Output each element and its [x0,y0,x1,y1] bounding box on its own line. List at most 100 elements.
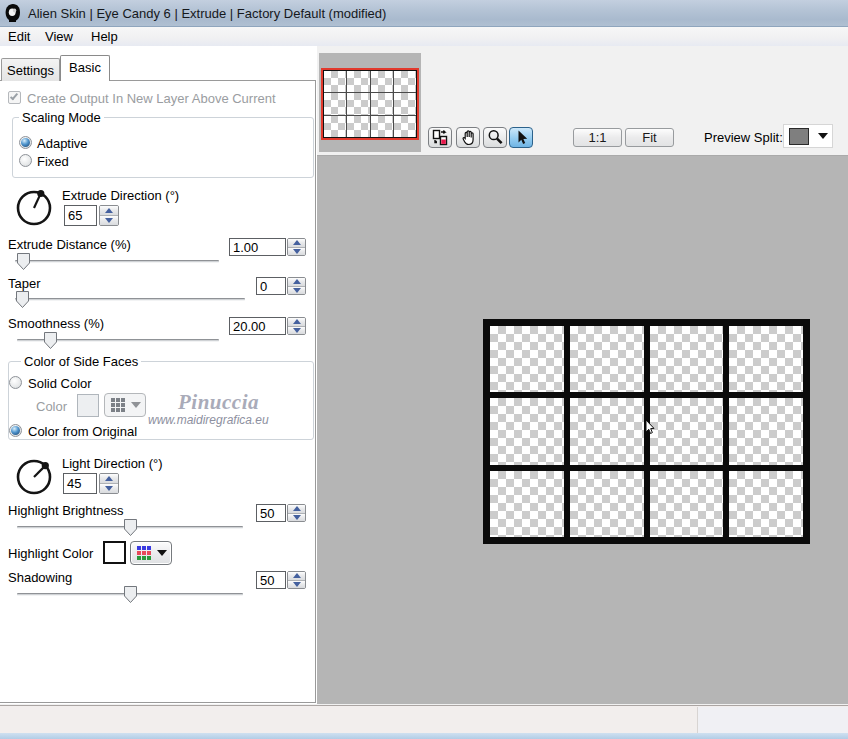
spin-down-button[interactable] [288,326,305,335]
spin-up-button[interactable] [288,318,305,326]
application-window: Alien Skin | Eye Candy 6 | Extrude | Fac… [0,0,848,739]
down-arrow-icon [105,486,113,491]
spin-down-button[interactable] [288,286,305,295]
shadowing-spinner[interactable] [287,571,306,589]
smoothness-slider-thumb[interactable] [44,332,57,349]
spin-down-button[interactable] [288,513,305,522]
down-arrow-icon [105,218,113,223]
magnifier-icon [487,129,504,146]
up-arrow-icon [105,476,113,481]
tab-basic[interactable]: Basic [60,55,110,81]
highlight-brightness-input[interactable]: 50 [256,504,286,522]
status-bar [0,705,848,733]
preview-split-dropdown[interactable] [783,124,833,148]
preview-split-label: Preview Split: [704,130,783,145]
highlight-brightness-spinner[interactable] [287,504,306,522]
title-bar[interactable]: Alien Skin | Eye Candy 6 | Extrude | Fac… [0,0,848,27]
taper-slider-thumb[interactable] [16,291,29,308]
scaling-mode-title: Scaling Mode [19,110,104,125]
smoothness-input[interactable]: 20.00 [229,317,286,335]
highlight-brightness-slider-thumb[interactable] [124,519,137,536]
preview-canvas[interactable] [317,155,848,704]
extrude-direction-spinner[interactable] [99,205,119,226]
spin-down-button[interactable] [288,580,305,589]
spin-up-button[interactable] [288,572,305,580]
spin-down-button[interactable] [100,215,118,225]
light-direction-dial[interactable] [13,456,55,498]
shadowing-label: Shadowing [8,570,72,585]
highlight-color-picker-button[interactable] [130,541,172,565]
extrude-distance-spinner[interactable] [287,238,306,256]
spin-up-button[interactable] [100,206,118,215]
color-from-original-radio[interactable] [9,424,22,437]
dropdown-arrow-icon [131,402,141,408]
extrude-direction-label: Extrude Direction (°) [62,188,179,203]
color-grid-icon [137,546,151,560]
shadowing-input[interactable]: 50 [256,571,286,589]
cursor-icon [513,129,530,146]
taper-slider-track[interactable] [15,298,245,301]
extrude-distance-slider-track[interactable] [15,260,219,263]
solid-color-label[interactable]: Solid Color [28,376,92,391]
extrude-distance-slider-thumb[interactable] [17,253,30,270]
fixed-label[interactable]: Fixed [37,154,69,169]
down-arrow-icon [293,328,301,333]
extrude-distance-input[interactable]: 1.00 [229,238,286,256]
highlight-color-label: Highlight Color [8,546,93,561]
fixed-radio[interactable] [19,154,32,167]
zoom-fit-button[interactable]: Fit [625,128,674,147]
extrude-distance-label: Extrude Distance (%) [8,237,131,252]
settings-panel: Settings Basic Create Output In New Laye… [0,46,317,704]
menu-view[interactable]: View [45,27,73,46]
adaptive-radio[interactable] [19,136,32,149]
spin-up-button[interactable] [288,505,305,513]
before-after-button[interactable] [428,127,452,148]
highlight-color-swatch[interactable] [103,541,126,564]
zoom-actual-button[interactable]: 1:1 [573,128,622,147]
color-label: Color [36,399,67,414]
spin-up-button[interactable] [288,278,305,286]
menu-edit[interactable]: Edit [8,27,30,46]
light-direction-label: Light Direction (°) [62,456,163,471]
dropdown-arrow-icon [157,550,167,556]
solid-color-radio[interactable] [9,376,22,389]
up-arrow-icon [293,573,301,578]
tab-settings[interactable]: Settings [1,58,60,81]
shadowing-slider-thumb[interactable] [124,586,137,603]
light-direction-input[interactable]: 45 [63,473,97,494]
menu-help[interactable]: Help [91,27,118,46]
solid-color-picker-button[interactable] [104,393,146,417]
zoom-button[interactable] [483,127,507,148]
adaptive-label[interactable]: Adaptive [37,136,88,151]
highlight-brightness-label: Highlight Brightness [8,503,124,518]
solid-color-swatch[interactable] [77,394,99,417]
color-grid-icon [111,398,125,412]
preview-thumbnail[interactable] [321,68,419,140]
preview-panel: 1:1 Fit Preview Split: [317,46,848,704]
status-divider [697,707,698,734]
spin-up-button[interactable] [100,474,118,483]
taper-input[interactable]: 0 [256,277,286,295]
color-from-original-label[interactable]: Color from Original [28,424,137,439]
up-arrow-icon [293,240,301,245]
up-arrow-icon [105,208,113,213]
up-arrow-icon [293,279,301,284]
spin-down-button[interactable] [288,247,305,256]
create-output-label: Create Output In New Layer Above Current [27,91,276,106]
hand-icon [460,129,477,146]
spin-down-button[interactable] [100,483,118,493]
smoothness-spinner[interactable] [287,317,306,335]
extrude-direction-input[interactable]: 65 [64,205,97,226]
menu-bar: Edit View Help [0,27,848,46]
down-arrow-icon [293,515,301,520]
split-swatch [789,128,809,145]
select-button[interactable] [509,127,533,148]
extrude-direction-dial[interactable] [13,187,55,229]
up-arrow-icon [293,506,301,511]
taper-spinner[interactable] [287,277,306,295]
pan-button[interactable] [456,127,480,148]
create-output-checkbox[interactable] [8,91,21,104]
checkmark-icon [10,92,18,101]
light-direction-spinner[interactable] [99,473,119,494]
spin-up-button[interactable] [288,239,305,247]
